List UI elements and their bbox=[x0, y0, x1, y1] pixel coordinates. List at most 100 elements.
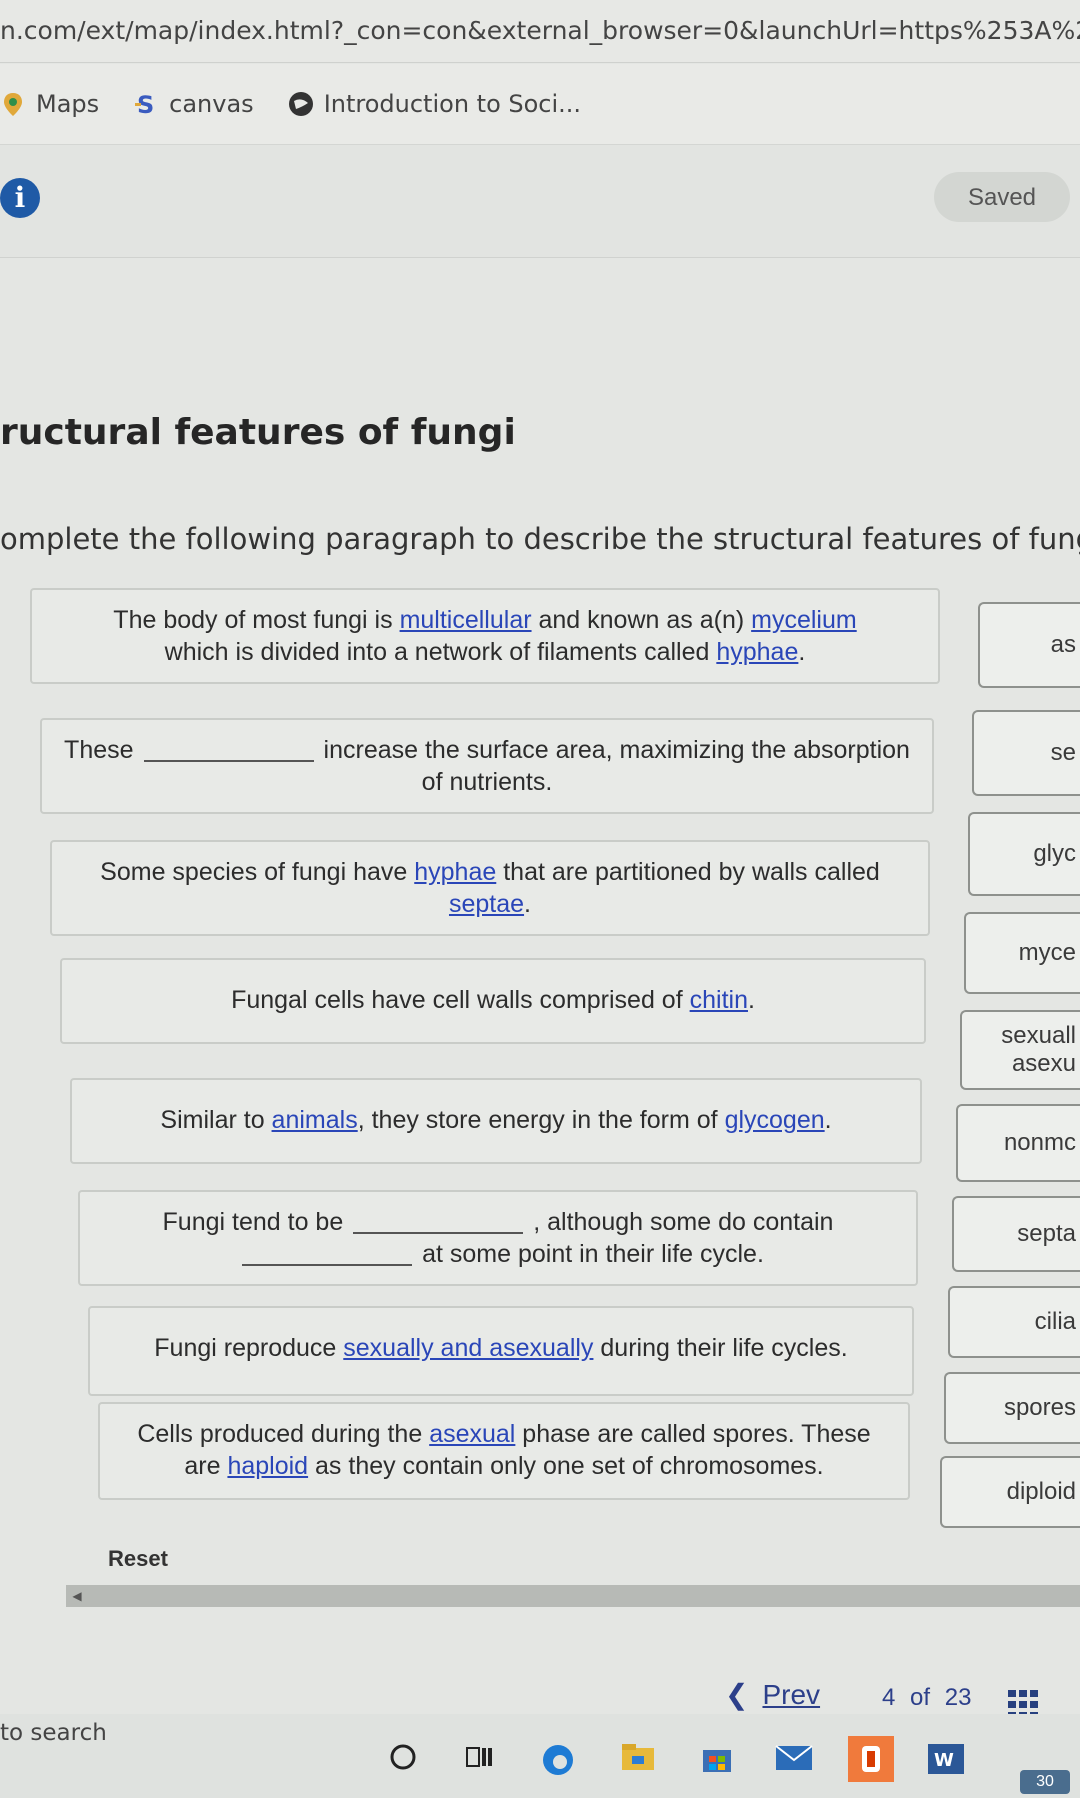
store-icon[interactable] bbox=[700, 1742, 734, 1774]
tile-label: myce bbox=[1018, 939, 1076, 966]
answer-tile[interactable]: cilia bbox=[948, 1286, 1080, 1358]
tile-label: diploid bbox=[1006, 1478, 1076, 1505]
blank-drop-zone[interactable] bbox=[143, 740, 314, 763]
answer-sexually-and-asexually[interactable]: sexually and asexually bbox=[343, 1334, 593, 1362]
tile-label: spores bbox=[1003, 1394, 1076, 1421]
statement-text: . bbox=[824, 1106, 832, 1134]
answer-haploid[interactable]: haploid bbox=[227, 1452, 308, 1480]
mail-icon[interactable] bbox=[774, 1742, 814, 1772]
tile-label: se bbox=[1050, 739, 1076, 766]
tile-label: asexu bbox=[1011, 1050, 1076, 1077]
statement-text: Fungi reproduce bbox=[154, 1334, 344, 1362]
blank-drop-zone[interactable] bbox=[353, 1212, 524, 1235]
horizontal-scrollbar[interactable] bbox=[66, 1585, 1080, 1607]
tile-label: sexuall bbox=[1001, 1022, 1076, 1049]
page-current: 4 bbox=[882, 1684, 896, 1711]
statement-text: , although some do contain bbox=[533, 1208, 834, 1236]
answer-tile[interactable]: diploid bbox=[940, 1456, 1080, 1528]
statement-text: that are partitioned by walls called bbox=[496, 858, 880, 886]
blank-drop-zone[interactable] bbox=[242, 1244, 413, 1267]
tile-label: as bbox=[1050, 631, 1076, 658]
answer-septae[interactable]: septae bbox=[449, 890, 524, 918]
statement-text: . bbox=[747, 986, 755, 1014]
statement-text: These bbox=[64, 736, 134, 764]
globe-icon bbox=[288, 92, 313, 116]
page-title: ructural features of fungi bbox=[0, 412, 516, 453]
info-icon[interactable]: i bbox=[0, 178, 40, 218]
tile-label: glyc bbox=[1033, 840, 1076, 867]
saved-button[interactable]: Saved bbox=[934, 172, 1070, 222]
cortana-icon[interactable] bbox=[388, 1742, 418, 1772]
page-total: 23 bbox=[944, 1684, 972, 1711]
statement-3[interactable]: Some species of fungi have hyphae that a… bbox=[50, 840, 930, 936]
svg-text:W: W bbox=[934, 1750, 954, 1771]
bookmark-label-maps: Maps bbox=[36, 90, 100, 118]
statement-text: . bbox=[524, 890, 531, 918]
tile-label: septa bbox=[1017, 1220, 1076, 1247]
answer-tile[interactable]: as bbox=[978, 602, 1080, 688]
tile-label: nonmc bbox=[1003, 1129, 1076, 1156]
statement-6[interactable]: Fungi tend to be , although some do conta… bbox=[78, 1190, 918, 1286]
answer-tile[interactable]: septa bbox=[952, 1196, 1080, 1272]
prev-button[interactable]: ❮ Prev bbox=[725, 1678, 820, 1711]
answer-animals[interactable]: animals bbox=[272, 1106, 358, 1134]
statement-1[interactable]: The body of most fungi is multicellular … bbox=[30, 588, 940, 684]
statement-text: Cells produced during the bbox=[137, 1420, 430, 1448]
bookmark-canvas[interactable]: S canvas bbox=[133, 90, 254, 118]
prev-label: Prev bbox=[762, 1678, 821, 1710]
app-header bbox=[0, 145, 1080, 258]
scroll-left-icon[interactable]: ◀ bbox=[66, 1585, 88, 1607]
page-indicator: 4 of 23 bbox=[882, 1684, 971, 1712]
answer-tile[interactable]: sexuall asexu bbox=[960, 1010, 1080, 1090]
task-view-icon[interactable] bbox=[464, 1742, 494, 1772]
bookmark-maps[interactable]: Maps bbox=[0, 90, 99, 118]
statement-text: at some point in their life cycle. bbox=[422, 1240, 764, 1268]
statement-text: during their life cycles. bbox=[593, 1334, 848, 1362]
statement-text: Some species of fungi have bbox=[100, 858, 415, 886]
statement-text: Similar to bbox=[160, 1106, 272, 1134]
answer-asexual[interactable]: asexual bbox=[429, 1420, 515, 1448]
bookmarks-bar: Maps S canvas Introduction to Soci... bbox=[0, 64, 1080, 145]
office-icon[interactable] bbox=[848, 1736, 894, 1782]
answer-multicellular[interactable]: multicellular bbox=[400, 606, 532, 634]
battery-badge: 30 bbox=[1020, 1770, 1070, 1794]
statement-text: as they contain only one set of chromoso… bbox=[308, 1452, 824, 1480]
answer-tile[interactable]: se bbox=[972, 710, 1080, 796]
answer-glycogen[interactable]: glycogen bbox=[725, 1106, 825, 1134]
address-bar[interactable]: n.com/ext/map/index.html?_con=con&extern… bbox=[0, 0, 1080, 63]
tile-label: cilia bbox=[1034, 1308, 1076, 1335]
answer-tile[interactable]: spores bbox=[944, 1372, 1080, 1444]
answer-chitin[interactable]: chitin bbox=[690, 986, 748, 1014]
statement-5[interactable]: Similar to animals, they store energy in… bbox=[70, 1078, 922, 1164]
statement-7[interactable]: Fungi reproduce sexually and asexually d… bbox=[88, 1306, 914, 1396]
page-of: of bbox=[910, 1684, 931, 1711]
statement-text: . bbox=[798, 638, 806, 666]
answer-tile[interactable]: nonmc bbox=[956, 1104, 1080, 1182]
chevron-left-icon: ❮ bbox=[725, 1679, 749, 1710]
statement-text: Fungi tend to be bbox=[162, 1208, 344, 1236]
address-text: n.com/ext/map/index.html?_con=con&extern… bbox=[0, 16, 1080, 45]
answer-mycelium[interactable]: mycelium bbox=[751, 606, 857, 634]
answer-hyphae[interactable]: hyphae bbox=[414, 858, 496, 886]
statement-text: which is divided into a network of filam… bbox=[164, 638, 717, 666]
answer-hyphae[interactable]: hyphae bbox=[716, 638, 798, 666]
file-explorer-icon[interactable] bbox=[620, 1742, 656, 1774]
answer-tile[interactable]: glyc bbox=[968, 812, 1080, 896]
reset-button[interactable]: Reset bbox=[108, 1546, 168, 1572]
statement-8[interactable]: Cells produced during the asexual phase … bbox=[98, 1402, 910, 1500]
instructions: omplete the following paragraph to descr… bbox=[0, 522, 1080, 556]
edge-icon[interactable] bbox=[540, 1742, 576, 1778]
statement-text: The body of most fungi is bbox=[113, 606, 400, 634]
statement-text: Fungal cells have cell walls comprised o… bbox=[231, 986, 690, 1014]
answer-tile[interactable]: myce bbox=[964, 912, 1080, 994]
word-icon[interactable]: W bbox=[928, 1742, 964, 1776]
bookmark-label-intro-soci: Introduction to Soci... bbox=[323, 90, 582, 118]
bookmark-label-canvas: canvas bbox=[169, 90, 254, 118]
statement-4[interactable]: Fungal cells have cell walls comprised o… bbox=[60, 958, 926, 1044]
maps-pin-icon bbox=[4, 93, 22, 116]
statement-text: and known as a(n) bbox=[531, 606, 752, 634]
bookmark-intro-soci[interactable]: Introduction to Soci... bbox=[288, 90, 581, 118]
taskbar-search[interactable]: to search bbox=[0, 1720, 107, 1746]
statement-text: increase the surface area, maximizing th… bbox=[323, 736, 910, 796]
statement-2[interactable]: These increase the surface area, maximizi… bbox=[40, 718, 934, 814]
